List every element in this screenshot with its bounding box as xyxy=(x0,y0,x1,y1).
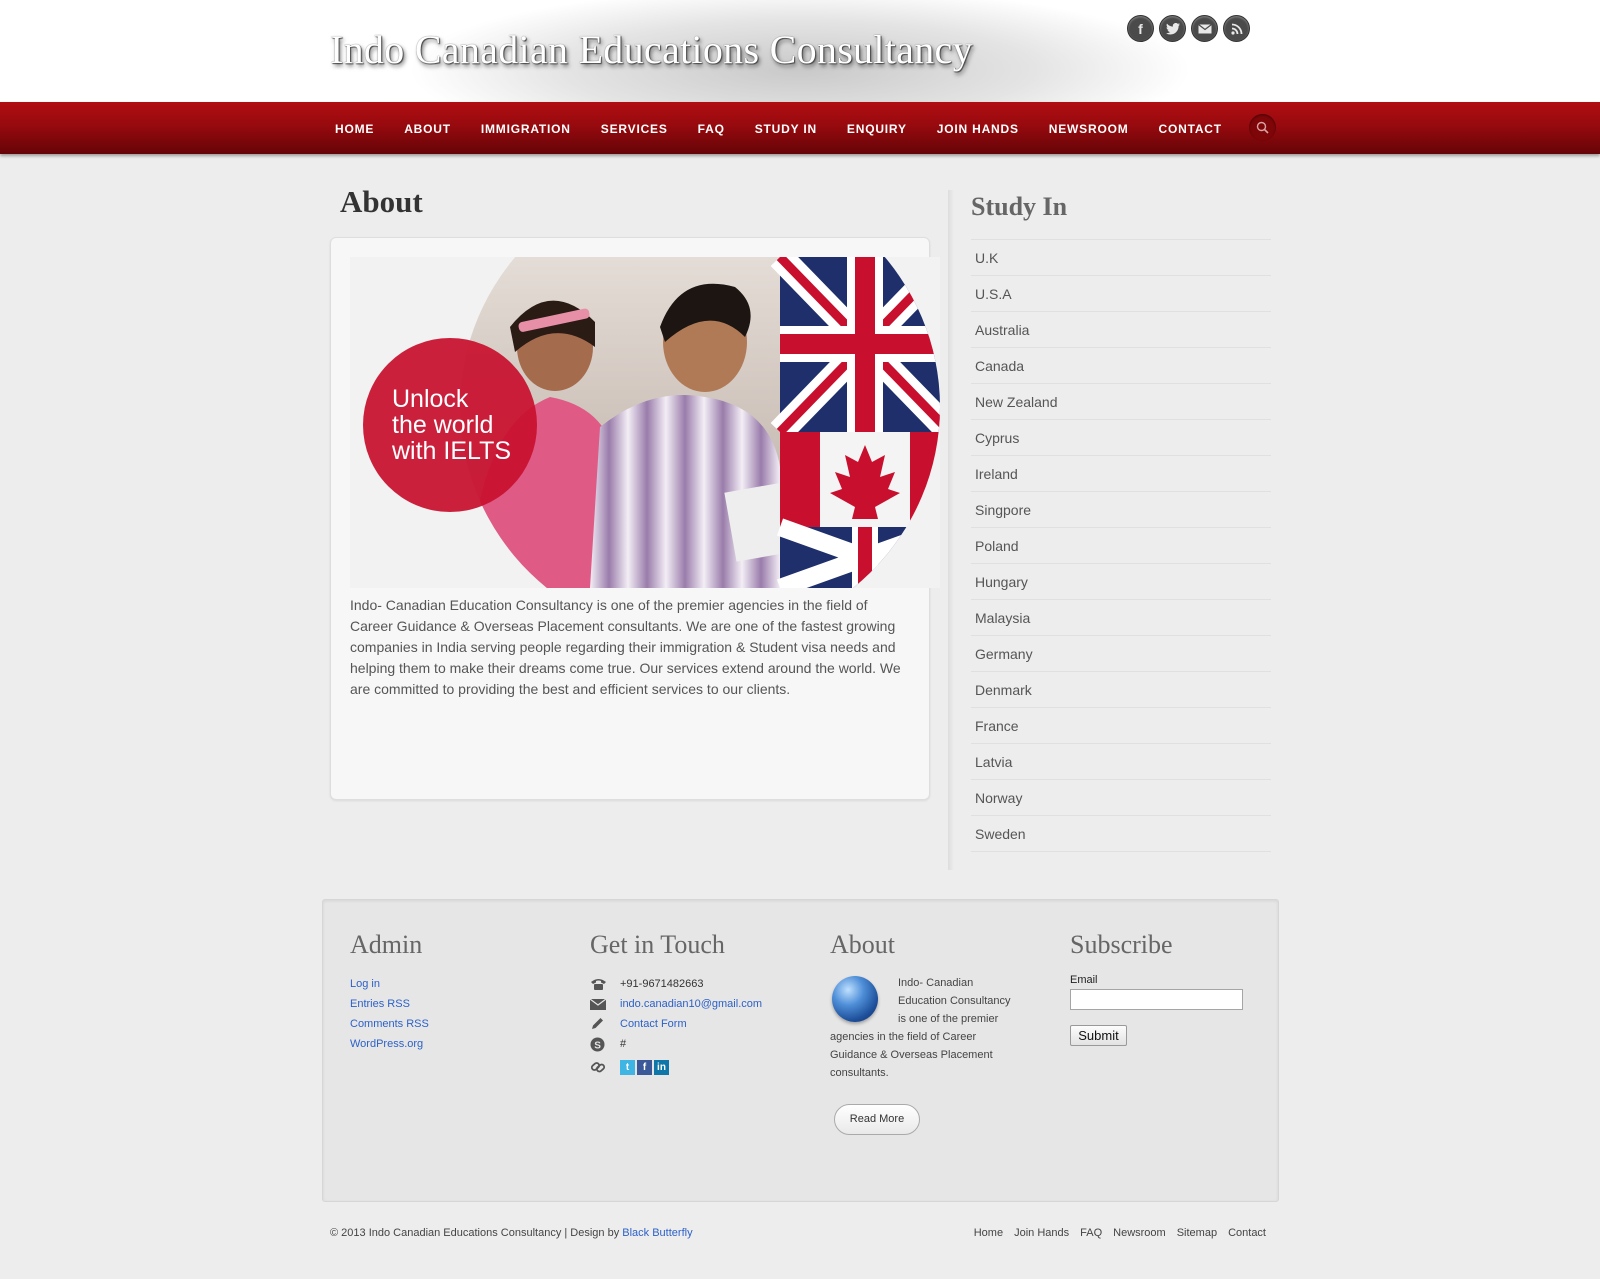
social-links: f xyxy=(1127,15,1250,42)
nav-item-contact[interactable]: CONTACT xyxy=(1159,122,1222,136)
nav-item-enquiry[interactable]: ENQUIRY xyxy=(847,122,907,136)
wordpress-link[interactable]: WordPress.org xyxy=(350,1038,423,1050)
read-more-button[interactable]: Read More xyxy=(834,1104,920,1135)
skype-icon: S xyxy=(590,1034,620,1054)
twitter-icon[interactable] xyxy=(1159,15,1186,42)
sidebar-item-ireland[interactable]: Ireland xyxy=(971,456,1271,492)
nav-item-immigration[interactable]: IMMIGRATION xyxy=(481,122,571,136)
sidebar-item-new-zealand[interactable]: New Zealand xyxy=(971,384,1271,420)
link-icon xyxy=(590,1057,620,1077)
study-in-list: U.K U.S.A Australia Canada New Zealand C… xyxy=(971,239,1271,852)
sidebar-item-singapore[interactable]: Singpore xyxy=(971,492,1271,528)
bottom-link-contact[interactable]: Contact xyxy=(1228,1227,1266,1239)
skype-value: # xyxy=(620,1038,627,1050)
about-widget-title: About xyxy=(830,930,895,959)
banner-line-2: the world xyxy=(392,411,493,439)
sidebar-item-usa[interactable]: U.S.A xyxy=(971,276,1271,312)
linkedin-small-icon[interactable]: in xyxy=(654,1059,669,1075)
comments-rss-link[interactable]: Comments RSS xyxy=(350,1018,429,1030)
nav-item-about[interactable]: ABOUT xyxy=(404,122,451,136)
facebook-small-icon[interactable]: f xyxy=(637,1059,652,1075)
globe-icon xyxy=(832,976,878,1022)
login-link[interactable]: Log in xyxy=(350,978,380,990)
nav-item-services[interactable]: SERVICES xyxy=(601,122,668,136)
intro-paragraph: Indo- Canadian Education Consultancy is … xyxy=(350,597,901,697)
subscribe-title: Subscribe xyxy=(1070,930,1173,959)
sidebar-item-uk[interactable]: U.K xyxy=(971,240,1271,276)
ielts-banner-image: Unlock the world with IELTS xyxy=(350,257,940,588)
nav-item-faq[interactable]: FAQ xyxy=(698,122,725,136)
get-in-touch-title: Get in Touch xyxy=(590,930,725,959)
rss-icon[interactable] xyxy=(1223,15,1250,42)
email-label: Email xyxy=(1070,974,1098,986)
email-link[interactable]: indo.canadian10@gmail.com xyxy=(620,998,762,1010)
phone-icon xyxy=(590,974,620,994)
nav-item-study-in[interactable]: STUDY IN xyxy=(755,122,817,136)
copyright-text: © 2013 Indo Canadian Educations Consulta… xyxy=(330,1227,623,1239)
admin-widget: Admin Log in Entries RSS Comments RSS Wo… xyxy=(350,930,429,1054)
nav-item-newsroom[interactable]: NEWSROOM xyxy=(1049,122,1129,136)
subscribe-widget: Subscribe Email Submit xyxy=(1070,930,1243,1046)
sidebar-item-hungary[interactable]: Hungary xyxy=(971,564,1271,600)
admin-title: Admin xyxy=(350,930,423,959)
envelope-icon xyxy=(590,994,620,1014)
content-box: Unlock the world with IELTS Indo- Canadi… xyxy=(330,237,940,800)
bottom-link-newsroom[interactable]: Newsroom xyxy=(1113,1227,1166,1239)
banner-line-3: with IELTS xyxy=(391,437,511,465)
sidebar-item-poland[interactable]: Poland xyxy=(971,528,1271,564)
sidebar-item-denmark[interactable]: Denmark xyxy=(971,672,1271,708)
bottom-link-sitemap[interactable]: Sitemap xyxy=(1177,1227,1217,1239)
site-title[interactable]: Indo Canadian Educations Consultancy xyxy=(330,26,973,73)
email-field[interactable] xyxy=(1070,989,1243,1010)
copyright: © 2013 Indo Canadian Educations Consulta… xyxy=(330,1227,693,1239)
sidebar-item-sweden[interactable]: Sweden xyxy=(971,816,1271,852)
bottom-nav: Home Join Hands FAQ Newsroom Sitemap Con… xyxy=(974,1227,1266,1239)
about-widget: About Indo- Canadian Education Consultan… xyxy=(830,930,1015,1135)
bottom-link-home[interactable]: Home xyxy=(974,1227,1003,1239)
get-in-touch-widget: Get in Touch +91-9671482663 indo.canadia… xyxy=(590,930,762,1080)
submit-button[interactable]: Submit xyxy=(1070,1025,1127,1046)
designer-link[interactable]: Black Butterfly xyxy=(622,1227,692,1239)
nav-item-home[interactable]: HOME xyxy=(335,122,374,136)
svg-text:S: S xyxy=(594,1040,601,1051)
sidebar-item-latvia[interactable]: Latvia xyxy=(971,744,1271,780)
pencil-icon xyxy=(590,1014,620,1034)
banner-line-1: Unlock xyxy=(392,385,469,413)
sidebar-title: Study In xyxy=(971,192,1068,221)
phone-number: +91-9671482663 xyxy=(620,978,704,990)
sidebar-item-canada[interactable]: Canada xyxy=(971,348,1271,384)
sidebar-item-norway[interactable]: Norway xyxy=(971,780,1271,816)
sidebar-item-malaysia[interactable]: Malaysia xyxy=(971,600,1271,636)
facebook-icon[interactable]: f xyxy=(1127,15,1154,42)
sidebar-item-cyprus[interactable]: Cyprus xyxy=(971,420,1271,456)
bottom-link-join-hands[interactable]: Join Hands xyxy=(1014,1227,1069,1239)
site-header: Indo Canadian Educations Consultancy f xyxy=(0,0,1600,102)
entries-rss-link[interactable]: Entries RSS xyxy=(350,998,410,1010)
page-title: About xyxy=(340,184,423,219)
main-nav: HOME ABOUT IMMIGRATION SERVICES FAQ STUD… xyxy=(0,102,1600,154)
sidebar-item-france[interactable]: France xyxy=(971,708,1271,744)
mail-icon[interactable] xyxy=(1191,15,1218,42)
nav-item-join-hands[interactable]: JOIN HANDS xyxy=(937,122,1019,136)
bottom-link-faq[interactable]: FAQ xyxy=(1080,1227,1102,1239)
search-button[interactable] xyxy=(1249,114,1276,141)
sidebar-item-germany[interactable]: Germany xyxy=(971,636,1271,672)
search-icon xyxy=(1256,121,1269,134)
contact-form-link[interactable]: Contact Form xyxy=(620,1018,687,1030)
sidebar-item-australia[interactable]: Australia xyxy=(971,312,1271,348)
column-divider xyxy=(948,190,954,870)
twitter-small-icon[interactable]: t xyxy=(620,1059,635,1075)
